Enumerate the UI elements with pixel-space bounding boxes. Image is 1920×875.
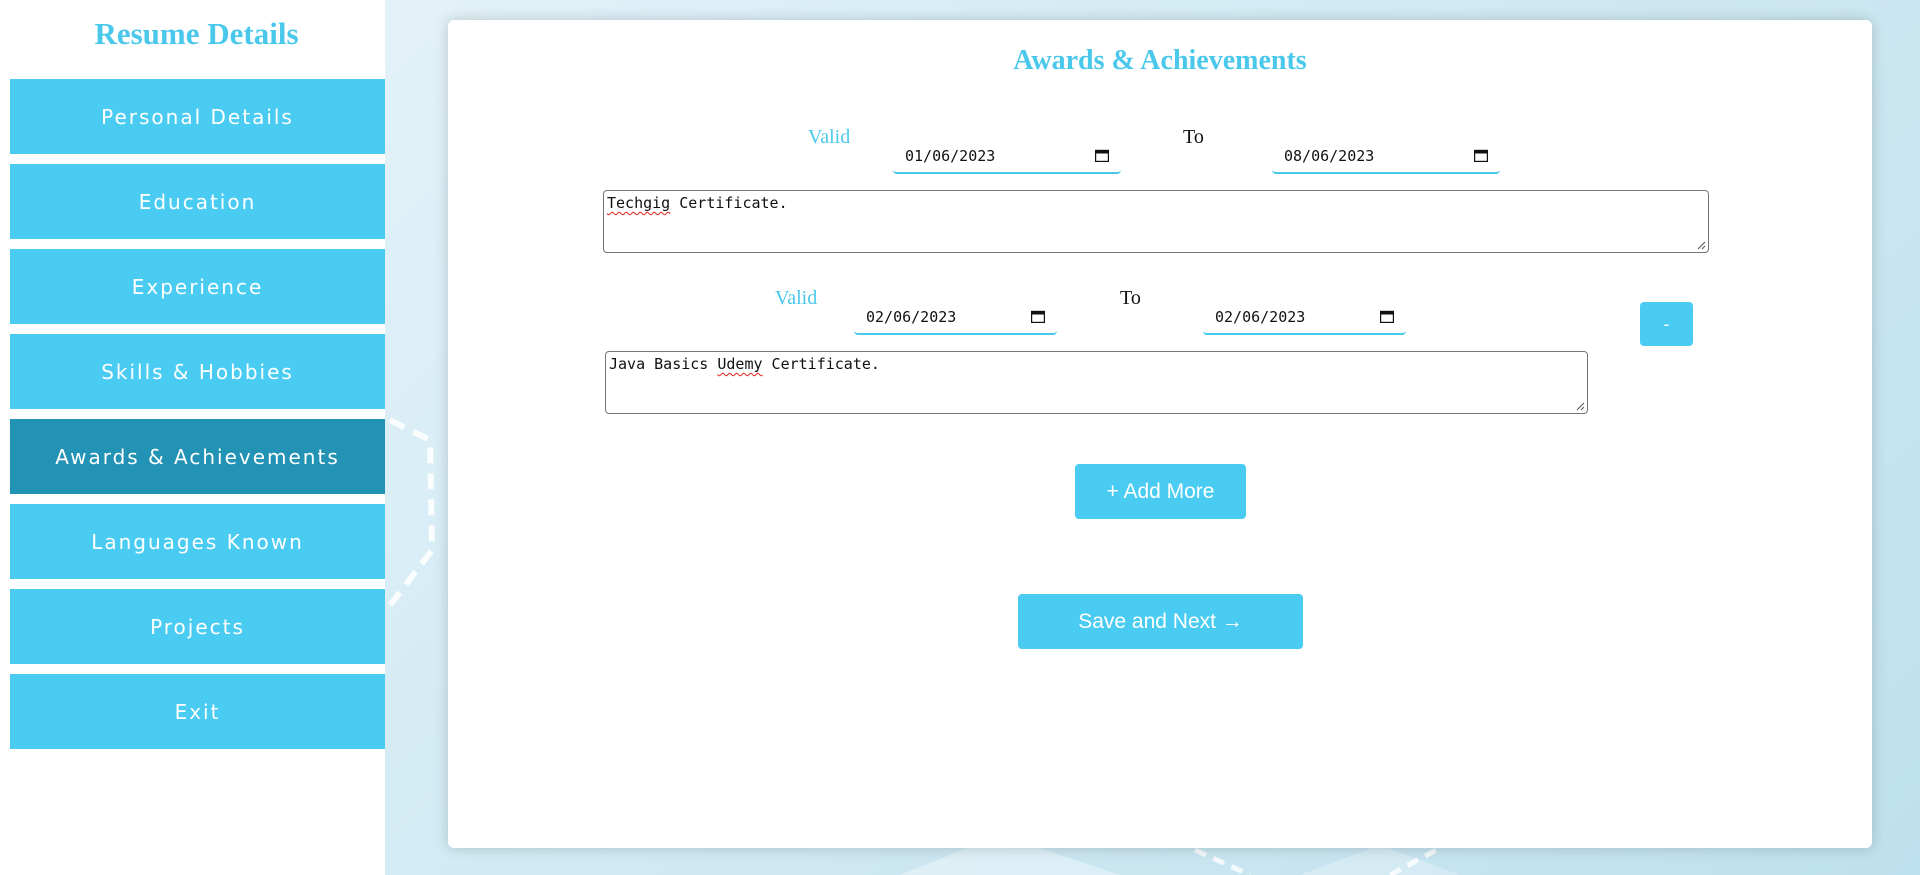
resize-handle-icon[interactable]	[1575, 401, 1585, 411]
sidebar: Resume Details Personal Details Educatio…	[0, 0, 385, 875]
page-title: Awards & Achievements	[1013, 45, 1307, 76]
sidebar-item-exit[interactable]: Exit	[10, 674, 385, 749]
misspelled-word: Techgig	[607, 194, 671, 212]
valid-to-date-input[interactable]: 08/06/2023	[1272, 140, 1500, 174]
valid-from-date-input[interactable]: 01/06/2023	[893, 140, 1121, 174]
date-value: 02/06/2023	[1215, 308, 1306, 326]
text-segment: Certificate.	[762, 355, 880, 373]
to-label: To	[1183, 126, 1204, 148]
valid-label: Valid	[775, 287, 818, 309]
sidebar-item-education[interactable]: Education	[10, 164, 385, 239]
text-segment: Certificate.	[670, 194, 788, 212]
valid-from-date-input[interactable]: 02/06/2023	[854, 301, 1057, 335]
date-value: 08/06/2023	[1284, 147, 1375, 165]
to-label: To	[1120, 287, 1141, 309]
remove-entry-button[interactable]: -	[1640, 302, 1693, 346]
sidebar-item-skills-hobbies[interactable]: Skills & Hobbies	[10, 334, 385, 409]
date-value: 01/06/2023	[905, 147, 996, 165]
calendar-icon[interactable]	[1031, 310, 1045, 323]
sidebar-item-languages-known[interactable]: Languages Known	[10, 504, 385, 579]
calendar-icon[interactable]	[1380, 310, 1394, 323]
valid-to-date-input[interactable]: 02/06/2023	[1203, 301, 1406, 335]
save-and-next-button[interactable]: Save and Next →	[1018, 594, 1303, 649]
calendar-icon[interactable]	[1474, 149, 1488, 162]
misspelled-word: Udemy	[717, 355, 763, 373]
valid-label: Valid	[808, 126, 851, 148]
sidebar-item-personal-details[interactable]: Personal Details	[10, 79, 385, 154]
sidebar-item-projects[interactable]: Projects	[10, 589, 385, 664]
date-value: 02/06/2023	[866, 308, 957, 326]
main-card: Awards & Achievements Valid 01/06/2023 T…	[448, 20, 1872, 848]
calendar-icon[interactable]	[1095, 149, 1109, 162]
add-more-button[interactable]: + Add More	[1075, 464, 1246, 519]
sidebar-title: Resume Details	[94, 16, 299, 51]
award-description-textarea[interactable]: Techgig Certificate.	[603, 190, 1709, 253]
award-description-textarea[interactable]: Java Basics Udemy Certificate.	[605, 351, 1588, 414]
resize-handle-icon[interactable]	[1696, 240, 1706, 250]
sidebar-item-experience[interactable]: Experience	[10, 249, 385, 324]
text-segment: Java Basics	[609, 355, 718, 373]
sidebar-item-awards-achievements[interactable]: Awards & Achievements	[10, 419, 385, 494]
